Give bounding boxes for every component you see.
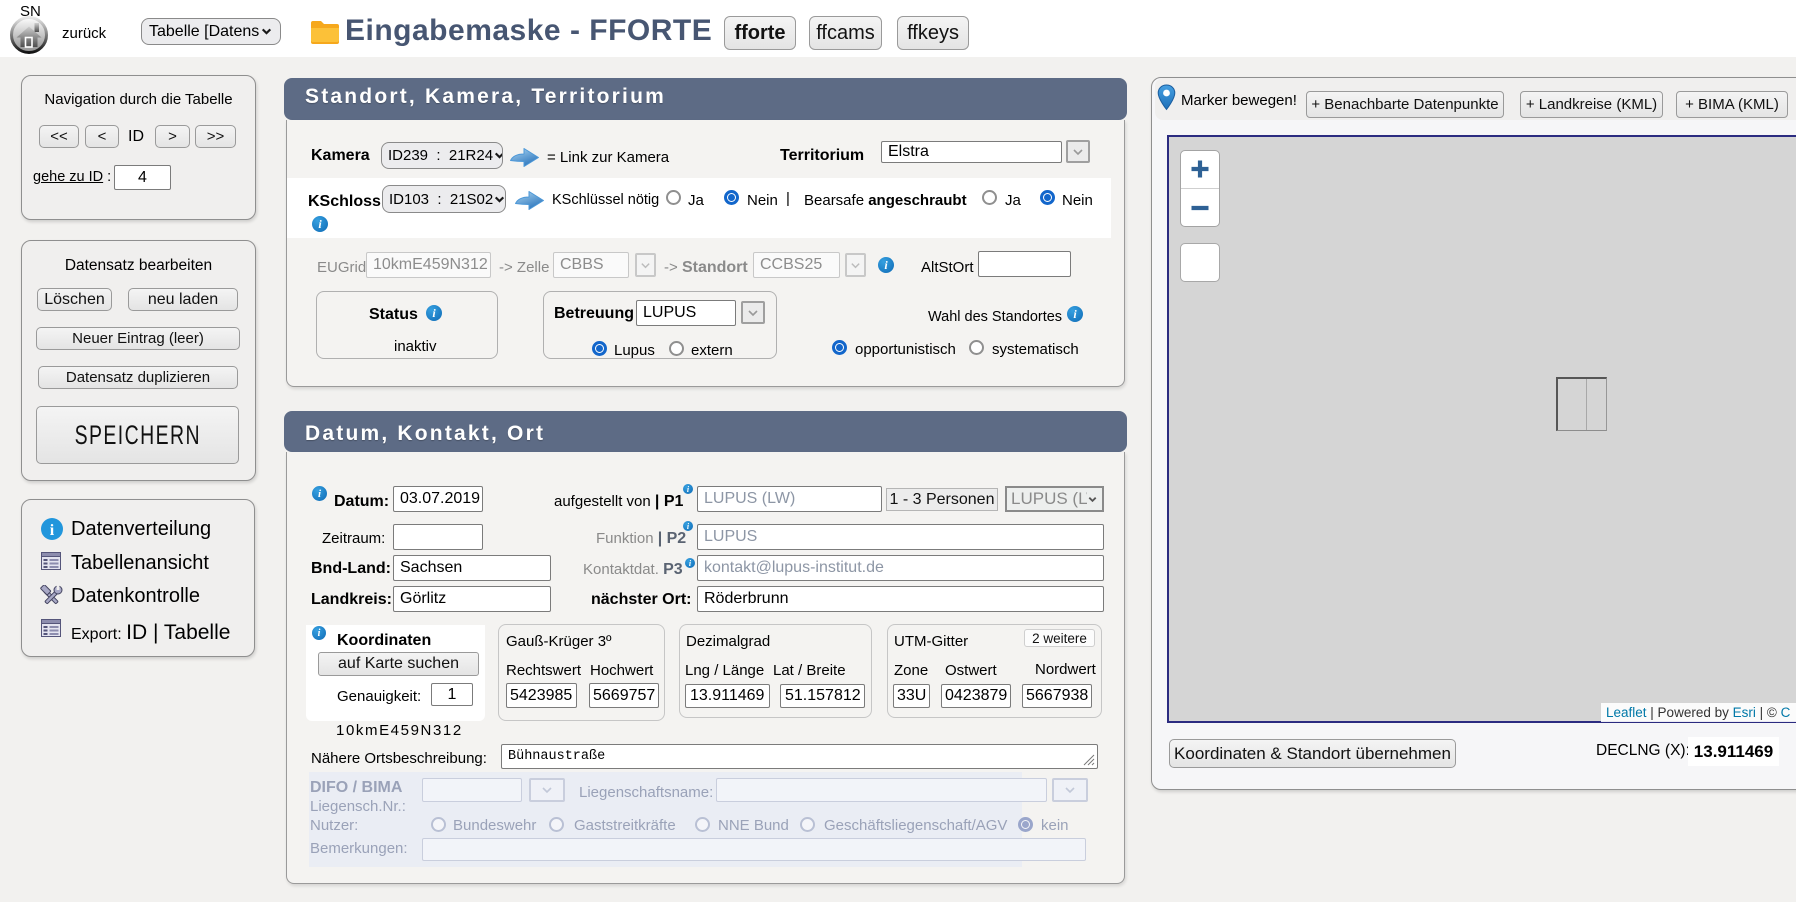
svg-text:i: i	[50, 522, 55, 539]
